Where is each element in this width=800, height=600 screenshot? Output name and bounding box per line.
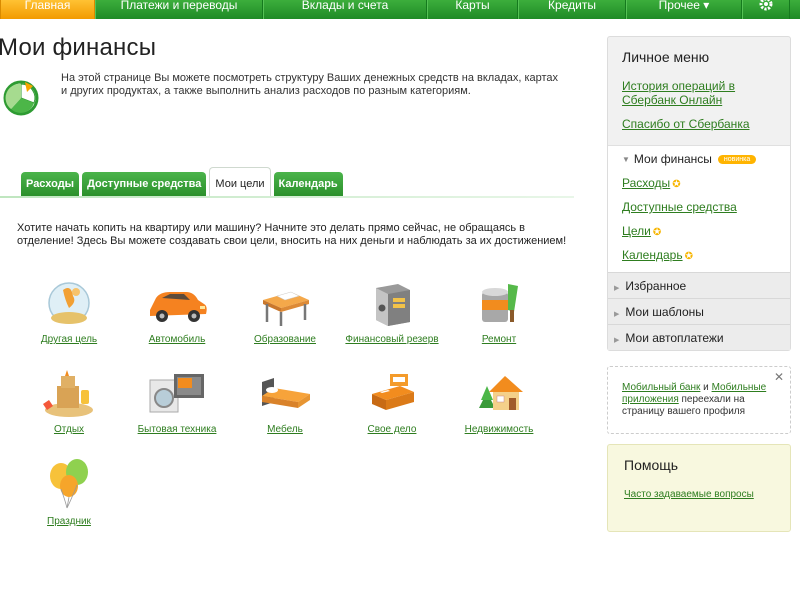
pie-chart-icon — [3, 80, 39, 116]
desk-icon — [263, 291, 309, 326]
goal-other[interactable]: Другая цель — [14, 278, 124, 345]
expanded-arrow-icon: ▼ — [622, 154, 630, 164]
goal-furniture[interactable]: Мебель — [230, 368, 340, 435]
star-icon: ✪ — [652, 227, 662, 238]
sidebar-item-templates[interactable]: ▶ Мои шаблоны — [608, 298, 790, 324]
goal-label[interactable]: Образование — [230, 334, 340, 345]
mobile-notice: ✕ Мобильный банк и Мобильные приложения … — [607, 366, 791, 434]
mobile-bank-link[interactable]: Мобильный банк — [622, 382, 700, 393]
tab-my-goals[interactable]: Мои цели — [209, 167, 271, 197]
car-icon — [150, 292, 207, 322]
faq-link[interactable]: Часто задаваемые вопросы — [624, 489, 774, 501]
goal-label[interactable]: Ремонт — [444, 334, 554, 345]
goal-label[interactable]: Другая цель — [14, 334, 124, 345]
finance-link-goals[interactable]: Цели ✪ — [622, 224, 790, 238]
goal-own-business[interactable]: Свое дело — [337, 368, 447, 435]
tab-divider — [0, 196, 574, 198]
goal-financial-reserve[interactable]: Финансовый резерв — [337, 278, 447, 345]
finance-link-label: Календарь — [622, 248, 683, 262]
collapsed-arrow-icon: ▶ — [614, 337, 620, 344]
safe-icon — [376, 284, 410, 326]
my-finance-section: ▼ Мои финансы новинка Расходы ✪ Доступные… — [608, 145, 790, 272]
thanks-link[interactable]: Спасибо от Сбербанка — [608, 117, 790, 145]
paint-bucket-icon — [482, 284, 518, 322]
finance-link-label: Цели — [622, 224, 651, 238]
finance-link-available[interactable]: Доступные средства — [622, 200, 790, 214]
nav-deposits[interactable]: Вклады и счета — [263, 0, 427, 19]
sidebar-item-label: Избранное — [625, 279, 687, 293]
star-icon: ✪ — [684, 251, 693, 262]
nav-payments[interactable]: Платежи и переводы — [95, 0, 263, 19]
goal-label[interactable]: Финансовый резерв — [337, 334, 447, 345]
finance-link-label: Расходы — [622, 176, 671, 190]
tabs: Расходы Доступные средства Мои цели Кале… — [21, 167, 346, 197]
balloons-icon — [50, 459, 88, 509]
sidebar-item-label: Мои автоплатежи — [625, 331, 724, 345]
top-navigation: Главная Платежи и переводы Вклады и счет… — [0, 0, 800, 19]
goal-label[interactable]: Недвижимость — [444, 424, 554, 435]
goal-appliances[interactable]: Бытовая техника — [122, 368, 232, 435]
personal-menu-title: Личное меню — [622, 49, 710, 65]
sidebar-item-autopayments[interactable]: ▶ Мои автоплатежи — [608, 324, 790, 350]
bed-icon — [262, 378, 310, 408]
page-title: Мои финансы — [0, 34, 157, 61]
goal-car[interactable]: Автомобиль — [122, 278, 232, 345]
my-finance-title[interactable]: Мои финансы — [634, 152, 712, 166]
goal-real-estate[interactable]: Недвижимость — [444, 368, 554, 435]
collapsed-arrow-icon: ▶ — [614, 285, 620, 292]
cash-register-icon — [372, 374, 414, 410]
globe-icon — [48, 282, 90, 324]
personal-menu-box: Личное меню История операций в Сбербанк … — [607, 36, 791, 351]
sidebar-item-label: Мои шаблоны — [625, 305, 704, 319]
goal-repair[interactable]: Ремонт — [444, 278, 554, 345]
goal-label[interactable]: Свое дело — [337, 424, 447, 435]
goal-label[interactable]: Праздник — [14, 516, 124, 527]
gear-icon — [759, 0, 773, 11]
star-icon: ✪ — [672, 179, 681, 190]
settings-button[interactable] — [742, 0, 790, 19]
goal-holiday[interactable]: Праздник — [14, 456, 124, 527]
nav-cards[interactable]: Карты — [427, 0, 518, 19]
page-intro: На этой странице Вы можете посмотреть ст… — [61, 72, 559, 97]
nav-credits[interactable]: Кредиты — [518, 0, 626, 19]
appliances-icon — [149, 374, 204, 413]
help-box: Помощь Часто задаваемые вопросы — [607, 444, 791, 532]
goals-intro: Хотите начать копить на квартиру или маш… — [17, 222, 567, 247]
tab-calendar[interactable]: Календарь — [273, 172, 343, 197]
history-link[interactable]: История операций в Сбербанк Онлайн — [608, 79, 790, 117]
finance-link-expenses[interactable]: Расходы ✪ — [622, 176, 790, 190]
help-title: Помощь — [624, 457, 679, 473]
tab-expenses[interactable]: Расходы — [21, 172, 80, 197]
collapsed-arrow-icon: ▶ — [614, 311, 620, 318]
finance-link-calendar[interactable]: Календарь ✪ — [622, 248, 790, 262]
goal-vacation[interactable]: Отдых — [14, 368, 124, 435]
new-badge: новинка — [717, 154, 757, 164]
nav-main[interactable]: Главная — [0, 0, 95, 19]
goal-label[interactable]: Автомобиль — [122, 334, 232, 345]
personal-menu: Личное меню История операций в Сбербанк … — [607, 36, 791, 351]
sandcastle-icon — [43, 370, 93, 417]
close-icon[interactable]: ✕ — [774, 371, 784, 383]
sidebar-item-favorites[interactable]: ▶ Избранное — [608, 272, 790, 298]
goal-education[interactable]: Образование — [230, 278, 340, 345]
goal-label[interactable]: Бытовая техника — [122, 424, 232, 435]
house-icon — [479, 376, 523, 410]
nav-other[interactable]: Прочее ▾ — [626, 0, 742, 19]
tab-available-funds[interactable]: Доступные средства — [82, 172, 207, 197]
goal-label[interactable]: Отдых — [14, 424, 124, 435]
notice-text: и — [700, 382, 712, 393]
goal-label[interactable]: Мебель — [230, 424, 340, 435]
